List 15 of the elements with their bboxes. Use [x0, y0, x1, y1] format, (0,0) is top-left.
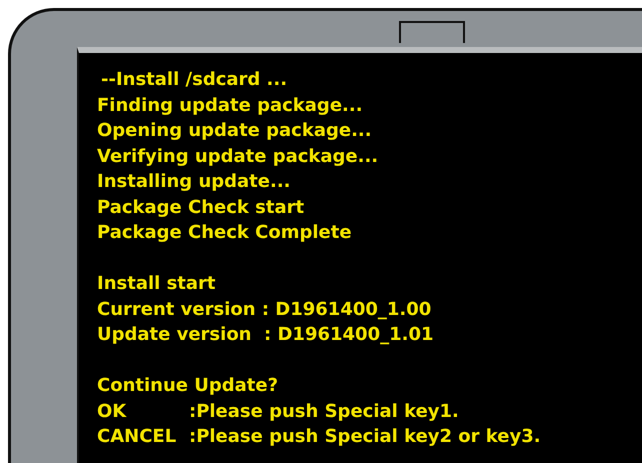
console-line: Package Check Complete: [97, 221, 353, 245]
console-line: Install start: [97, 272, 217, 296]
console-line: --Install /sdcard ...: [100, 68, 288, 92]
console-line: Package Check start: [97, 196, 306, 220]
console-line: Update version : D1961400_1.01: [97, 323, 435, 347]
option-instruction: :Please push Special key1.: [189, 400, 460, 424]
option-key: OK: [97, 398, 189, 424]
console-line: Verifying update package...: [97, 144, 380, 168]
option-instruction: :Please push Special key2 or key3.: [189, 425, 542, 449]
console-line: Installing update...: [97, 170, 292, 194]
console-line: Opening update package...: [97, 119, 373, 143]
option-key: CANCEL: [97, 424, 189, 450]
console-line: Current version : D1961400_1.00: [97, 298, 432, 322]
console-line: Finding update package...: [97, 94, 364, 118]
console-line: Continue Update?: [97, 374, 280, 398]
